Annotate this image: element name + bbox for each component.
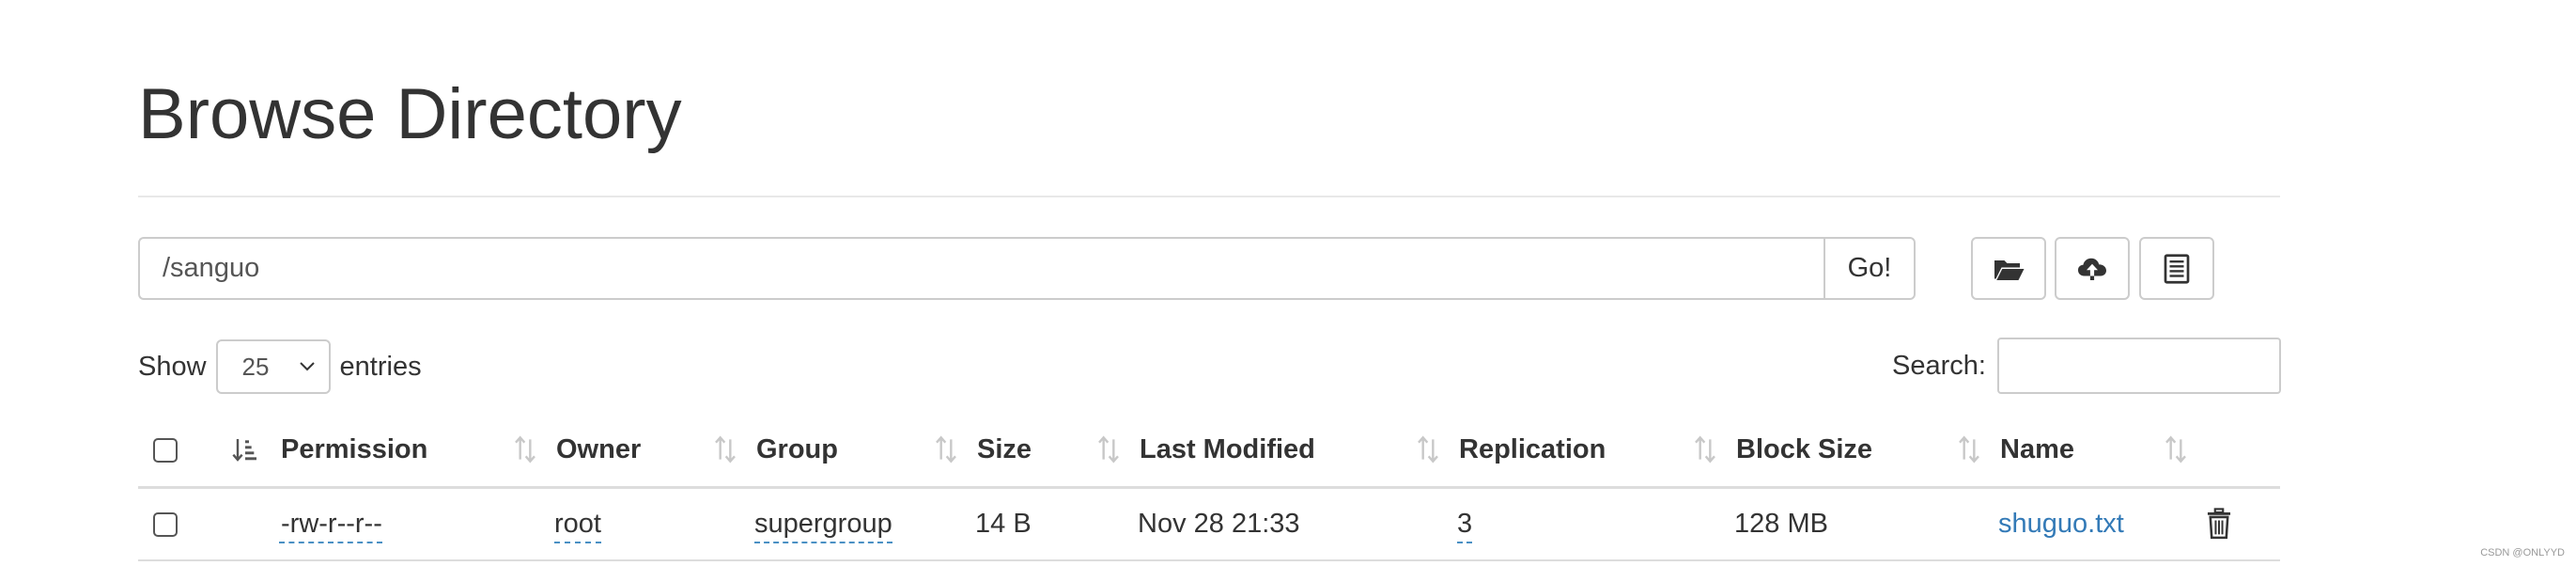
entries-select-value: 25: [241, 352, 270, 381]
row-checkbox[interactable]: [153, 512, 178, 538]
cloud-upload-icon: [2078, 258, 2106, 280]
column-header-last-modified[interactable]: Last Modified: [1138, 414, 1457, 489]
sort-icon: [2165, 435, 2186, 464]
directory-path-input[interactable]: [138, 237, 1823, 300]
title-divider: [138, 196, 2280, 197]
table-header-row: Permission Owner Group Size Last Modifie…: [138, 414, 2280, 489]
permission-value[interactable]: -rw-r--r--: [279, 508, 382, 543]
entries-per-page-select[interactable]: 25: [215, 339, 331, 394]
block-size-cell: 128 MB: [1734, 487, 1998, 561]
last-modified-cell: Nov 28 21:33: [1138, 487, 1457, 561]
cut-paste-button[interactable]: [2139, 237, 2214, 300]
column-label: Owner: [556, 433, 642, 464]
column-label: Block Size: [1736, 433, 1873, 464]
go-button[interactable]: Go!: [1823, 237, 1916, 300]
name-cell: shuguo.txt: [1998, 487, 2205, 561]
upload-files-button[interactable]: [2055, 237, 2130, 300]
clipboard-list-icon: [2164, 253, 2190, 284]
create-directory-button[interactable]: [1971, 237, 2046, 300]
column-label: Size: [977, 433, 1032, 464]
replication-cell: 3: [1457, 487, 1734, 561]
sort-icon: [515, 435, 535, 464]
page-title: Browse Directory: [138, 74, 682, 154]
owner-value[interactable]: root: [554, 508, 601, 543]
column-header-group[interactable]: Group: [754, 414, 975, 489]
column-label: Name: [2000, 433, 2074, 464]
search-label: Search:: [1892, 350, 1986, 381]
sort-icon: [1695, 435, 1715, 464]
permission-cell: -rw-r--r--: [279, 487, 554, 561]
column-label: Last Modified: [1140, 433, 1315, 464]
column-header-block-size[interactable]: Block Size: [1734, 414, 1998, 489]
show-label: Show: [138, 351, 207, 382]
file-table: Permission Owner Group Size Last Modifie…: [138, 414, 2280, 561]
type-sort-header[interactable]: [213, 414, 279, 489]
table-row: -rw-r--r-- root supergroup 14 B Nov 28 2…: [138, 487, 2280, 561]
chevron-down-icon: [299, 362, 315, 371]
owner-cell: root: [554, 487, 754, 561]
column-header-name[interactable]: Name: [1998, 414, 2205, 489]
sort-icon: [936, 435, 956, 464]
actions-header: [2205, 414, 2280, 489]
entries-label: entries: [339, 351, 422, 382]
column-header-replication[interactable]: Replication: [1457, 414, 1734, 489]
row-select-cell: [138, 487, 213, 561]
column-header-owner[interactable]: Owner: [554, 414, 754, 489]
sort-icon: [715, 435, 736, 464]
sort-icon: [1098, 435, 1119, 464]
column-label: Group: [756, 433, 838, 464]
size-cell: 14 B: [975, 487, 1138, 561]
column-header-permission[interactable]: Permission: [279, 414, 554, 489]
column-label: Permission: [281, 433, 428, 464]
trash-icon[interactable]: [2205, 508, 2233, 540]
sort-icon: [1959, 435, 1979, 464]
group-value[interactable]: supergroup: [754, 508, 892, 543]
file-name-link[interactable]: shuguo.txt: [1998, 509, 2124, 539]
table-search: Search:: [1892, 337, 2281, 395]
folder-open-icon: [1994, 259, 2025, 280]
group-cell: supergroup: [754, 487, 975, 561]
path-bar: Go!: [138, 237, 1916, 300]
length-control: Show 25 entries: [138, 338, 422, 395]
replication-value[interactable]: 3: [1457, 508, 1473, 543]
column-header-size[interactable]: Size: [975, 414, 1138, 489]
select-all-header: [138, 414, 213, 489]
actions-cell: [2205, 487, 2280, 561]
watermark: CSDN @ONLYYD: [2480, 547, 2565, 558]
select-all-checkbox[interactable]: [153, 438, 178, 464]
type-cell: [213, 487, 279, 561]
sort-icon: [1418, 435, 1438, 464]
column-label: Replication: [1459, 433, 1606, 464]
sort-asc-icon: [232, 438, 256, 462]
search-input[interactable]: [1997, 338, 2281, 394]
